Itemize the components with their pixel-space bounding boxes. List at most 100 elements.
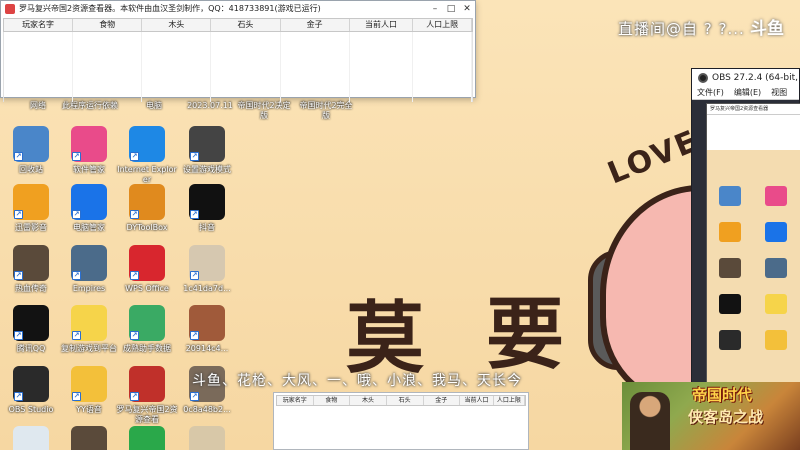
desktop-shortcut[interactable]: ↗ (176, 426, 238, 450)
desktop-shortcut[interactable]: ↗ 回收站 (0, 126, 62, 175)
column-header-small[interactable]: 木头 (350, 396, 387, 405)
desktop-shortcut-label: 1c41da7d... (183, 284, 231, 293)
obs-window[interactable]: OBS 27.2.4 (64-bit, 文件(F) 编辑(E) 视图 罗马复兴帝… (691, 68, 800, 391)
desktop-shortcut[interactable]: ↗ 成熟助手数据 (116, 305, 178, 354)
file-thumbnail-icon: ↗ (189, 245, 225, 281)
shortcut-arrow-icon: ↗ (14, 210, 23, 219)
shortcut-arrow-icon: ↗ (72, 271, 81, 280)
column-header[interactable]: 人口上限 (413, 19, 472, 31)
column-header-small[interactable]: 当前人口 (460, 396, 494, 405)
resource-viewer-window[interactable]: 罗马复兴帝国2资源查看器。本软件由血汉圣剑制作，QQ：418733891(游戏已… (0, 0, 476, 102)
preview-obs-icon (719, 330, 741, 350)
column-header-small[interactable]: 食物 (314, 396, 351, 405)
column-cells (142, 32, 212, 102)
preview-duck-icon (765, 294, 787, 314)
column-header[interactable]: 石头 (211, 19, 281, 31)
desktop-shortcut[interactable]: ↗ 罗马复兴帝国2资源查看 (116, 366, 178, 425)
desktop-shortcut[interactable]: ↗ YY语音 (58, 366, 120, 415)
desktop-shortcut[interactable]: ↗ OBS Studio (0, 366, 62, 415)
desktop-shortcut[interactable]: ↗ (0, 426, 62, 450)
desktop-shortcut[interactable]: ↗ 迅雷影音 (0, 184, 62, 233)
image-thumbnail-icon: ↗ (189, 305, 225, 341)
desktop-shortcut[interactable]: ↗ Empires (58, 245, 120, 294)
desktop-top-row-label[interactable]: 2023.07.11 (180, 101, 240, 111)
desktop-top-row-label[interactable]: 帝国时代2完全版 (296, 101, 356, 121)
column-cells (211, 32, 281, 102)
preview-pcmanager-icon (765, 222, 787, 242)
desktop-top-row-label[interactable]: 网络 (8, 101, 68, 111)
desktop-shortcut[interactable]: ↗ 热血传奇 (0, 245, 62, 294)
desktop-shortcut[interactable]: ↗ 软件管家 (58, 126, 120, 175)
shortcut-arrow-icon: ↗ (130, 210, 139, 219)
obs-menu-view[interactable]: 视图 (766, 87, 792, 98)
desktop-top-row-label[interactable]: 电脑 (124, 101, 184, 111)
desktop-shortcut-label: OBS Studio (8, 405, 54, 414)
game-ad-banner[interactable]: 帝国时代 侠客岛之战 (622, 382, 800, 450)
internet-explorer-icon: ↗ (129, 126, 165, 162)
desktop-shortcut[interactable]: ↗ (116, 426, 178, 450)
game-mode-icon: ↗ (189, 126, 225, 162)
preview-yy-icon (765, 330, 787, 350)
resource-table-header: 玩家名字 食物 木头 石头 金子 当前人口 人口上限 (3, 18, 473, 32)
shortcut-arrow-icon: ↗ (72, 210, 81, 219)
danmaku-subtitle: 斗鱼、花枪、大风、一、哦、小浪、我马、天长今 (192, 373, 522, 389)
douyin-icon: ↗ (189, 184, 225, 220)
column-header-small[interactable]: 人口上限 (494, 396, 525, 405)
desktop-shortcut-label: WPS Office (125, 284, 169, 293)
desktop-shortcut-label: 设置游戏模式 (183, 165, 231, 174)
obs-menu-edit[interactable]: 编辑(E) (729, 87, 766, 98)
resource-table-header-small: 玩家名字 食物 木头 石头 金子 当前人口 人口上限 (276, 395, 526, 406)
desktop-shortcut[interactable]: ↗ 1c41da7d... (176, 245, 238, 294)
resource-table-body[interactable] (3, 32, 473, 102)
empires-icon: ↗ (71, 245, 107, 281)
desktop-shortcut[interactable]: ↗ 腾讯QQ (0, 305, 62, 354)
column-header[interactable]: 玩家名字 (4, 19, 74, 31)
desktop-shortcut[interactable]: ↗ Internet Explorer (116, 126, 178, 185)
column-header-small[interactable]: 石头 (387, 396, 424, 405)
resource-viewer-title: 罗马复兴帝国2资源查看器。本软件由血汉圣剑制作，QQ：418733891(游戏已… (19, 4, 321, 13)
shortcut-arrow-icon: ↗ (72, 331, 81, 340)
column-header-small[interactable]: 金子 (424, 396, 461, 405)
desktop-shortcut-label: 复制游戏到平台 (61, 344, 117, 353)
shortcut-arrow-icon: ↗ (14, 392, 23, 401)
desktop-top-row-label[interactable]: 帝国时代2决定版 (234, 101, 294, 121)
dragon-game-icon-2: ↗ (71, 426, 107, 450)
maximize-icon[interactable]: □ (443, 4, 459, 14)
resource-viewer-window-small[interactable]: 玩家名字 食物 木头 石头 金子 当前人口 人口上限 (273, 392, 529, 450)
edge-browser-icon: ↗ (129, 426, 165, 450)
desktop-shortcut[interactable]: ↗ 20914c4... (176, 305, 238, 354)
desktop-shortcut-label: 回收站 (19, 165, 43, 174)
column-header[interactable]: 当前人口 (350, 19, 414, 31)
preview-empires-icon (765, 258, 787, 278)
column-header[interactable]: 金子 (281, 19, 350, 31)
obs-titlebar[interactable]: OBS 27.2.4 (64-bit, (692, 69, 799, 86)
desktop-top-row-label[interactable]: 此程序运行依赖 (60, 101, 120, 111)
desktop-shortcut-label: 20914c4... (185, 344, 229, 353)
obs-preview-window-title: 罗马复兴帝国2资源查看器 (707, 104, 800, 114)
shortcut-arrow-icon: ↗ (130, 392, 139, 401)
obs-studio-icon: ↗ (13, 366, 49, 402)
column-header[interactable]: 食物 (73, 19, 143, 31)
column-cells (281, 32, 350, 102)
desktop-shortcut[interactable]: ↗ WPS Office (116, 245, 178, 294)
shortcut-arrow-icon: ↗ (190, 392, 199, 401)
thunder-player-icon: ↗ (13, 184, 49, 220)
obs-logo-icon (698, 72, 708, 83)
game-logo: 帝国时代 (692, 386, 753, 404)
column-header-small[interactable]: 玩家名字 (277, 396, 314, 405)
desktop-shortcut[interactable]: ↗ 复制游戏到平台 (58, 305, 120, 354)
close-icon[interactable]: ✕ (459, 4, 475, 14)
desktop-shortcut-label: 迅雷影音 (15, 223, 47, 232)
preview-thunder-icon (719, 222, 741, 242)
resource-viewer-titlebar[interactable]: 罗马复兴帝国2资源查看器。本软件由血汉圣剑制作，QQ：418733891(游戏已… (1, 1, 475, 16)
desktop-shortcut[interactable]: ↗ 设置游戏模式 (176, 126, 238, 175)
desktop-shortcut[interactable]: ↗ DYToolBox (116, 184, 178, 233)
preview-dragon-icon (719, 258, 741, 278)
column-header[interactable]: 木头 (142, 19, 212, 31)
obs-menu-file[interactable]: 文件(F) (692, 87, 729, 98)
desktop-shortcut[interactable]: ↗ (58, 426, 120, 450)
desktop-shortcut[interactable]: ↗ 抖音 (176, 184, 238, 233)
minimize-icon[interactable]: – (427, 4, 443, 14)
obs-preview-canvas[interactable]: 罗马复兴帝国2资源查看器 (706, 103, 800, 391)
desktop-shortcut[interactable]: ↗ 电脑管家 (58, 184, 120, 233)
